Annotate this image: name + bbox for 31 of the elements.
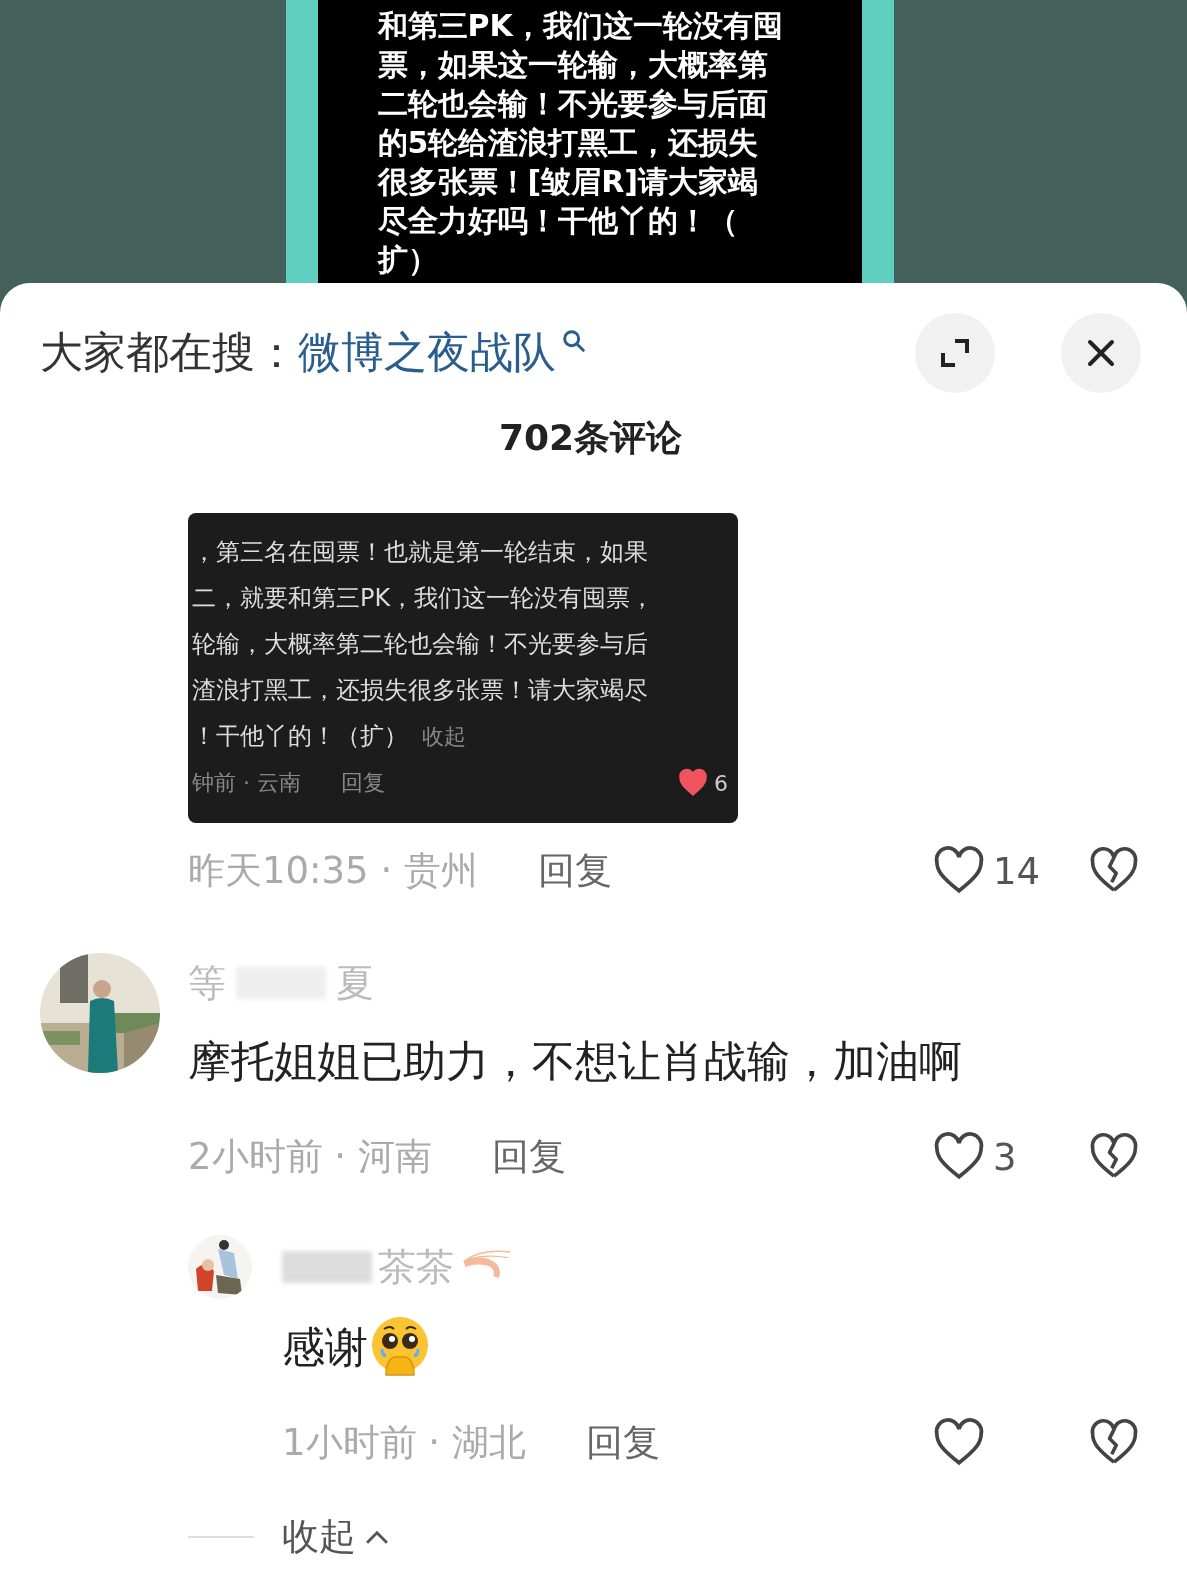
post-text-line: 很多张票！[皱眉R]请大家竭: [377, 163, 760, 201]
like-count: 3: [993, 1135, 1018, 1179]
post-text-line: 扩）: [377, 241, 439, 279]
screenshot-text-line: ，第三名在囤票！也就是第一轮结束，如果: [192, 538, 648, 566]
like-count: 14: [993, 849, 1042, 893]
screenshot-text-line: 二，就要和第三PK，我们这一轮没有囤票，: [192, 584, 655, 612]
reply-link[interactable]: 回复: [585, 1418, 660, 1468]
post-text-line: 票，如果这一轮输，大概率第: [377, 46, 769, 84]
post-text-line: 的5轮给渣浪打黑工，还损失: [377, 124, 760, 162]
reply-text: 感谢: [282, 1321, 368, 1374]
screenshot-time-location: 钟前 · 云南: [192, 769, 301, 797]
post-text-line: 二轮也会输！不光要参与后面: [377, 85, 769, 123]
screenshot-text-line: ！干他丫的！（扩）: [192, 722, 408, 750]
comment-count-title: 702条评论: [497, 416, 684, 460]
screenshot-collapse-text: 收起: [422, 724, 466, 749]
screenshot-reply-text: 回复: [341, 769, 385, 797]
screenshot-like-count: 6: [714, 770, 728, 796]
post-text-line: 和第三PK，我们这一轮没有囤: [377, 7, 784, 45]
reply-link[interactable]: 回复: [537, 846, 612, 896]
comment-time-location: 1小时前 · 湖北: [282, 1420, 526, 1466]
trending-search-link[interactable]: 微博之夜战队: [298, 324, 556, 382]
search-icon[interactable]: [560, 327, 588, 355]
comment-time-location: 2小时前 · 河南: [188, 1134, 432, 1180]
comment-time-location: 昨天10:35 · 贵州: [188, 848, 478, 894]
post-text-line: 尽全力好吗！干他丫的！（: [377, 202, 739, 240]
comment-text: 摩托姐姐已助力，不想让肖战输，加油啊: [188, 1035, 963, 1088]
trending-label: 大家都在搜：: [40, 326, 298, 379]
screenshot-text-line: 渣浪打黑工，还损失很多张票！请大家竭尽: [192, 676, 648, 704]
collapse-replies-button[interactable]: 收起: [282, 1512, 394, 1562]
reply-link[interactable]: 回复: [491, 1132, 566, 1182]
screenshot-text-line: 轮输，大概率第二轮也会输！不光要参与后: [192, 630, 648, 658]
